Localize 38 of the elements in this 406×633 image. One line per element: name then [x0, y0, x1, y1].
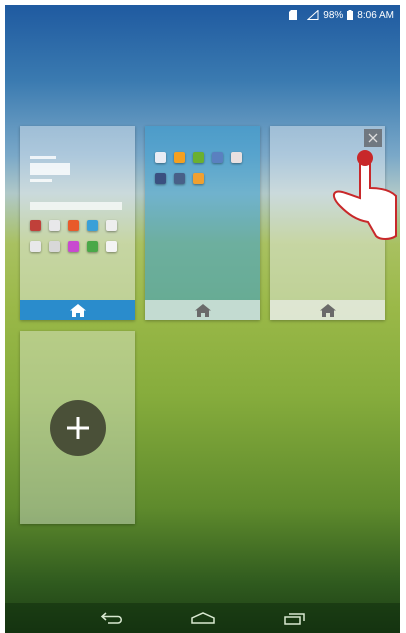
app-icon [155, 173, 166, 184]
app-icon [68, 241, 79, 252]
home-screen-thumbnail[interactable] [20, 126, 135, 320]
app-icon [106, 241, 117, 252]
app-icon [87, 220, 98, 231]
home-icon[interactable] [190, 612, 214, 624]
clock-time: 8:06 AM [357, 10, 394, 20]
sim-card-icon [289, 10, 298, 20]
close-icon [368, 133, 378, 143]
recent-apps-icon[interactable] [284, 611, 306, 625]
app-icon [49, 241, 60, 252]
app-icon [49, 220, 60, 231]
back-icon[interactable] [100, 612, 122, 624]
battery-icon [347, 10, 354, 20]
app-icon [87, 241, 98, 252]
app-icon [174, 152, 185, 163]
app-icon [106, 220, 117, 231]
home-icon [320, 304, 336, 316]
signal-icon [307, 10, 320, 20]
home-screen-thumbnail[interactable] [270, 126, 385, 320]
set-default-home-button[interactable] [145, 300, 260, 320]
app-icon [30, 220, 41, 231]
set-default-home-button[interactable] [270, 300, 385, 320]
plus-icon [66, 416, 90, 440]
app-icon [193, 173, 204, 184]
battery-percentage: 98% [323, 10, 344, 20]
app-icon [30, 241, 41, 252]
app-icon [174, 173, 185, 184]
app-icon [231, 152, 242, 163]
app-icon [155, 152, 166, 163]
home-icon [70, 304, 86, 316]
set-default-home-button[interactable] [20, 300, 135, 320]
app-icon [68, 220, 79, 231]
home-screen-thumbnail[interactable] [145, 126, 260, 320]
home-icon [194, 304, 210, 316]
close-button[interactable] [364, 129, 382, 147]
app-icon [212, 152, 223, 163]
app-icon [193, 152, 204, 163]
